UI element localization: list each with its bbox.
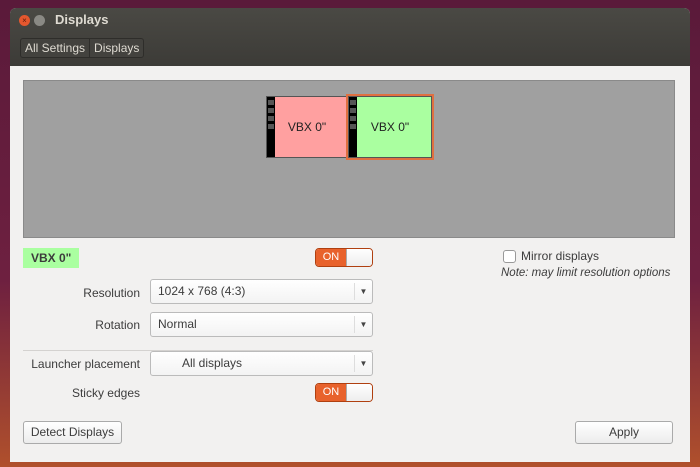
monitor-2[interactable]: VBX 0" <box>346 94 434 160</box>
apply-button[interactable]: Apply <box>575 421 673 444</box>
launcher-placement-label: Launcher placement <box>31 357 140 371</box>
breadcrumb-all-settings[interactable]: All Settings <box>21 39 89 57</box>
mirror-label: Mirror displays <box>521 249 600 263</box>
chevron-down-icon: ▼ <box>354 283 372 300</box>
mirror-checkbox[interactable] <box>503 249 516 263</box>
toggle-knob <box>346 249 372 266</box>
breadcrumb-displays[interactable]: Displays <box>89 39 143 57</box>
selected-monitor-label: VBX 0" <box>23 248 80 268</box>
resolution-label: Resolution <box>83 286 140 300</box>
breadcrumb: All Settings Displays <box>20 38 145 58</box>
monitor-label: VBX 0" <box>370 120 410 134</box>
toggle-knob <box>346 384 372 401</box>
minimize-icon[interactable] <box>34 15 45 26</box>
window-title: Displays <box>55 12 109 27</box>
resolution-dropdown[interactable]: 1024 x 768 (4:3) ▼ <box>150 279 373 304</box>
toggle-on-label: ON <box>316 384 346 401</box>
launcher-value: All displays <box>182 356 243 370</box>
rotation-label: Rotation <box>95 318 140 332</box>
sticky-edges-label: Sticky edges <box>71 386 140 400</box>
launcher-placement-dropdown[interactable]: All displays ▼ <box>150 351 373 376</box>
display-arrangement-preview: VBX 0" VBX 0" <box>23 80 675 238</box>
displays-window: × Displays All Settings Displays VBX 0" … <box>10 8 690 462</box>
monitor-1[interactable]: VBX 0" <box>266 96 348 158</box>
sticky-edges-toggle[interactable]: ON <box>315 383 373 402</box>
rotation-dropdown[interactable]: Normal ▼ <box>150 312 373 337</box>
monitor-strip <box>349 97 357 157</box>
mirror-displays-option[interactable]: Mirror displays <box>503 249 599 263</box>
toggle-on-label: ON <box>316 249 346 266</box>
detect-displays-button[interactable]: Detect Displays <box>23 421 122 444</box>
rotation-value: Normal <box>158 317 197 331</box>
chevron-down-icon: ▼ <box>354 316 372 333</box>
monitor-label: VBX 0" <box>287 120 327 134</box>
monitor-strip <box>267 97 275 157</box>
chevron-down-icon: ▼ <box>354 355 372 372</box>
close-icon[interactable]: × <box>19 15 30 26</box>
title-bar: × Displays All Settings Displays <box>10 8 690 66</box>
monitor-power-toggle[interactable]: ON <box>315 248 373 267</box>
resolution-value: 1024 x 768 (4:3) <box>158 284 246 298</box>
mirror-note: Note: may limit resolution options <box>501 267 671 279</box>
